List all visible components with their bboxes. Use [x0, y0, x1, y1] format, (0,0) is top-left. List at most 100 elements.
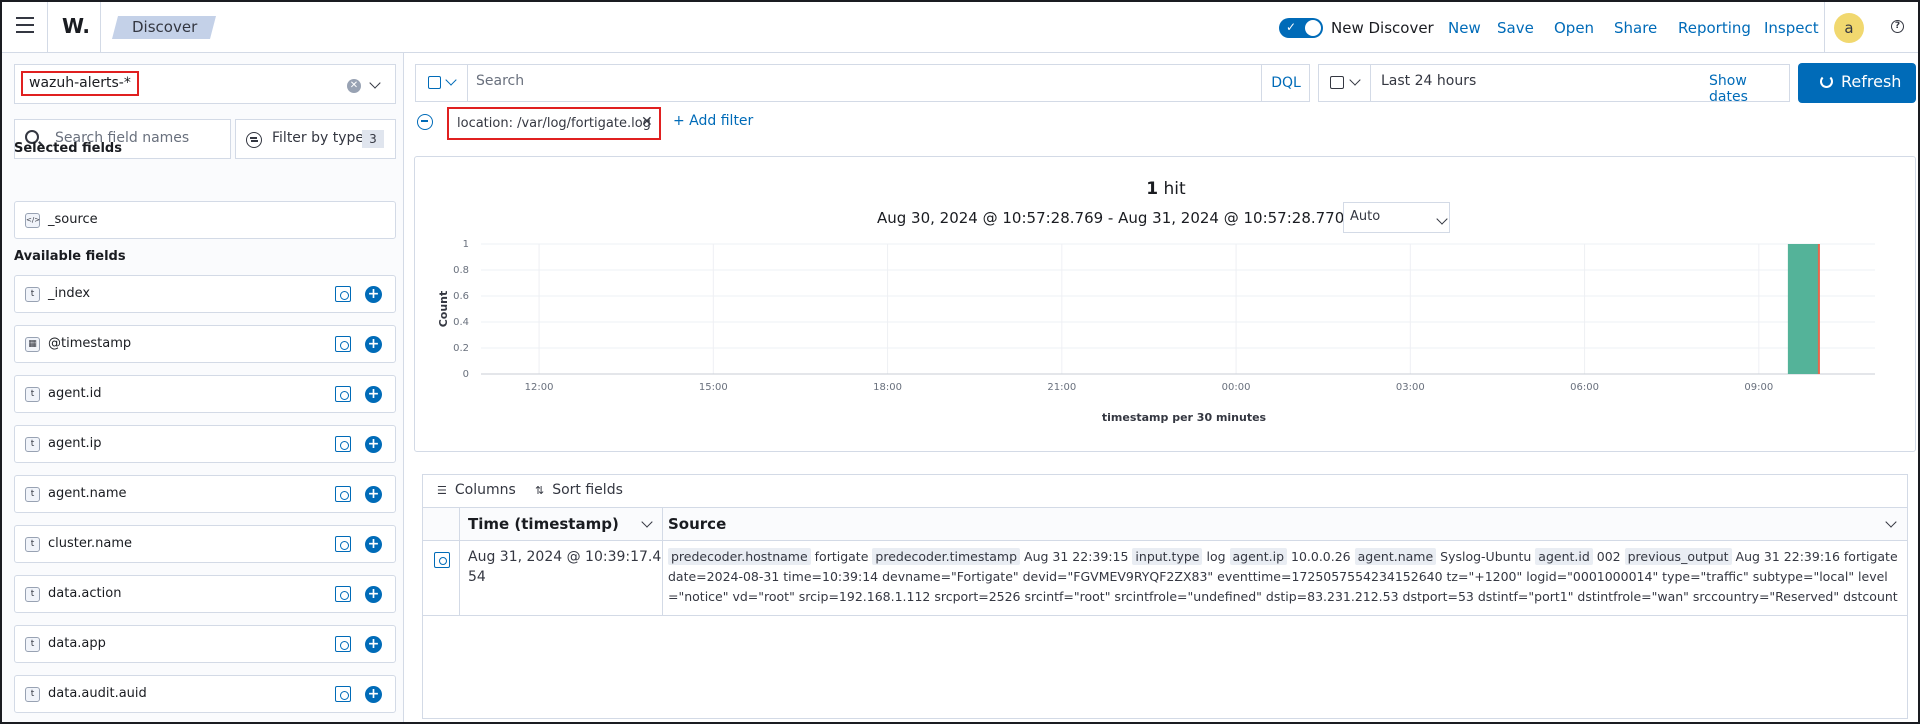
x-tick-label: 00:00	[1222, 382, 1251, 393]
sort-fields-button[interactable]: ⇅ Sort fields	[535, 482, 623, 498]
show-dates-link[interactable]: Show dates	[1709, 73, 1789, 105]
field-item[interactable]: t agent.ip +	[14, 425, 396, 463]
x-tick-label: 06:00	[1570, 382, 1599, 393]
column-header-source[interactable]: Source	[668, 515, 726, 533]
sort-label: Sort fields	[552, 482, 623, 498]
available-fields-title: Available fields	[14, 249, 126, 264]
chevron-down-icon	[445, 73, 457, 87]
chevron-down-icon	[1349, 73, 1361, 87]
visualize-icon[interactable]	[335, 636, 351, 652]
row-source: predecoder.hostname fortigate predecoder…	[668, 547, 1898, 607]
field-type-icon: t	[25, 437, 40, 452]
chevron-down-icon[interactable]	[369, 75, 381, 91]
source-value: 10.0.0.26	[1291, 549, 1351, 564]
add-field-icon[interactable]: +	[365, 486, 382, 503]
add-field-icon[interactable]: +	[365, 536, 382, 553]
field-type-icon: t	[25, 637, 40, 652]
x-tick-label: 21:00	[1047, 382, 1076, 393]
nav-share[interactable]: Share	[1614, 19, 1657, 37]
field-name: agent.id	[48, 386, 102, 401]
code-icon: </>	[25, 213, 40, 228]
field-item[interactable]: t data.audit.auid +	[14, 675, 396, 713]
time-range-label[interactable]: Last 24 hours	[1381, 73, 1476, 89]
visualize-icon[interactable]	[335, 536, 351, 552]
saved-query-button[interactable]	[416, 65, 468, 101]
add-field-icon[interactable]: +	[365, 436, 382, 453]
quick-select-button[interactable]	[1319, 65, 1371, 101]
columns-icon: ☰	[437, 484, 447, 497]
field-item-source[interactable]: </> _source	[14, 201, 396, 239]
query-search-input[interactable]: Search	[476, 73, 524, 89]
field-item[interactable]: t _index +	[14, 275, 396, 313]
nav-reporting[interactable]: Reporting	[1678, 19, 1751, 37]
column-header-time[interactable]: Time (timestamp)	[468, 515, 619, 533]
source-key: agent.ip	[1229, 548, 1288, 565]
filter-pill-label: location: /var/log/fortigate.log	[457, 116, 651, 131]
filter-options-icon[interactable]	[417, 114, 433, 130]
field-item[interactable]: t agent.name +	[14, 475, 396, 513]
add-field-icon[interactable]: +	[365, 286, 382, 303]
field-type-icon: t	[25, 687, 40, 702]
source-value: Syslog-Ubuntu	[1440, 549, 1532, 564]
table-toolbar: ☰ Columns ⇅ Sort fields	[423, 475, 1907, 508]
dql-language-button[interactable]: DQL	[1261, 65, 1310, 101]
index-pattern-picker[interactable]: wazuh-alerts-* ✕	[14, 64, 396, 104]
expand-row-icon[interactable]	[434, 552, 450, 568]
source-value: 002	[1596, 549, 1621, 564]
app-logo[interactable]: W.	[62, 14, 90, 38]
documents-table: ☰ Columns ⇅ Sort fields Time (timestamp) S…	[422, 474, 1908, 719]
filter-by-type-button[interactable]: Filter by type 3	[235, 119, 396, 159]
field-item[interactable]: t cluster.name +	[14, 525, 396, 563]
visualize-icon[interactable]	[335, 436, 351, 452]
visualize-icon[interactable]	[335, 286, 351, 302]
nav-open[interactable]: Open	[1554, 19, 1594, 37]
add-field-icon[interactable]: +	[365, 636, 382, 653]
field-item[interactable]: t data.action +	[14, 575, 396, 613]
y-tick-label: 0.6	[453, 291, 469, 302]
nav-inspect[interactable]: Inspect	[1764, 19, 1819, 37]
source-value: log	[1206, 549, 1226, 564]
filter-icon	[246, 132, 262, 148]
add-field-icon[interactable]: +	[365, 586, 382, 603]
visualize-icon[interactable]	[335, 686, 351, 702]
source-value: fortigate	[814, 549, 869, 564]
source-key: predecoder.timestamp	[872, 548, 1021, 565]
refresh-button[interactable]: Refresh	[1798, 63, 1916, 103]
field-item[interactable]: t agent.id +	[14, 375, 396, 413]
add-filter-button[interactable]: + Add filter	[673, 113, 753, 129]
visualize-icon[interactable]	[335, 486, 351, 502]
visualize-icon[interactable]	[335, 586, 351, 602]
filter-pill-location[interactable]: location: /var/log/fortigate.log ✕	[447, 107, 661, 140]
chevron-down-icon[interactable]	[641, 515, 653, 529]
field-type-icon: t	[25, 287, 40, 302]
x-axis-label: timestamp per 30 minutes	[1102, 411, 1267, 424]
nav-new[interactable]: New	[1448, 19, 1481, 37]
field-item[interactable]: t data.app +	[14, 625, 396, 663]
avatar[interactable]: a	[1834, 13, 1864, 43]
visualize-icon[interactable]	[335, 386, 351, 402]
chevron-down-icon[interactable]	[1885, 515, 1897, 529]
columns-button[interactable]: ☰ Columns	[437, 482, 516, 498]
top-header: W. Discover ✓ New Discover New Save Open…	[2, 2, 1918, 53]
field-type-icon: t	[25, 587, 40, 602]
menu-icon[interactable]	[16, 17, 36, 35]
close-icon[interactable]: ✕	[641, 114, 653, 130]
x-tick-label: 03:00	[1396, 382, 1425, 393]
add-field-icon[interactable]: +	[365, 686, 382, 703]
help-icon[interactable]: ?	[1891, 20, 1904, 33]
field-item[interactable]: ▦ @timestamp +	[14, 325, 396, 363]
calendar-icon	[1330, 76, 1344, 89]
field-name: @timestamp	[48, 336, 132, 351]
new-discover-toggle[interactable]: ✓	[1279, 18, 1323, 38]
add-field-icon[interactable]: +	[365, 386, 382, 403]
y-tick-label: 0	[463, 369, 469, 380]
field-name: data.app	[48, 636, 106, 651]
nav-save[interactable]: Save	[1497, 19, 1534, 37]
clear-icon[interactable]: ✕	[347, 79, 361, 93]
breadcrumb-discover[interactable]: Discover	[112, 16, 216, 39]
add-field-icon[interactable]: +	[365, 336, 382, 353]
y-axis-label: Count	[437, 291, 450, 328]
date-picker: Last 24 hours Show dates	[1318, 64, 1790, 105]
visualize-icon[interactable]	[335, 336, 351, 352]
index-pattern-value[interactable]: wazuh-alerts-*	[21, 71, 139, 96]
